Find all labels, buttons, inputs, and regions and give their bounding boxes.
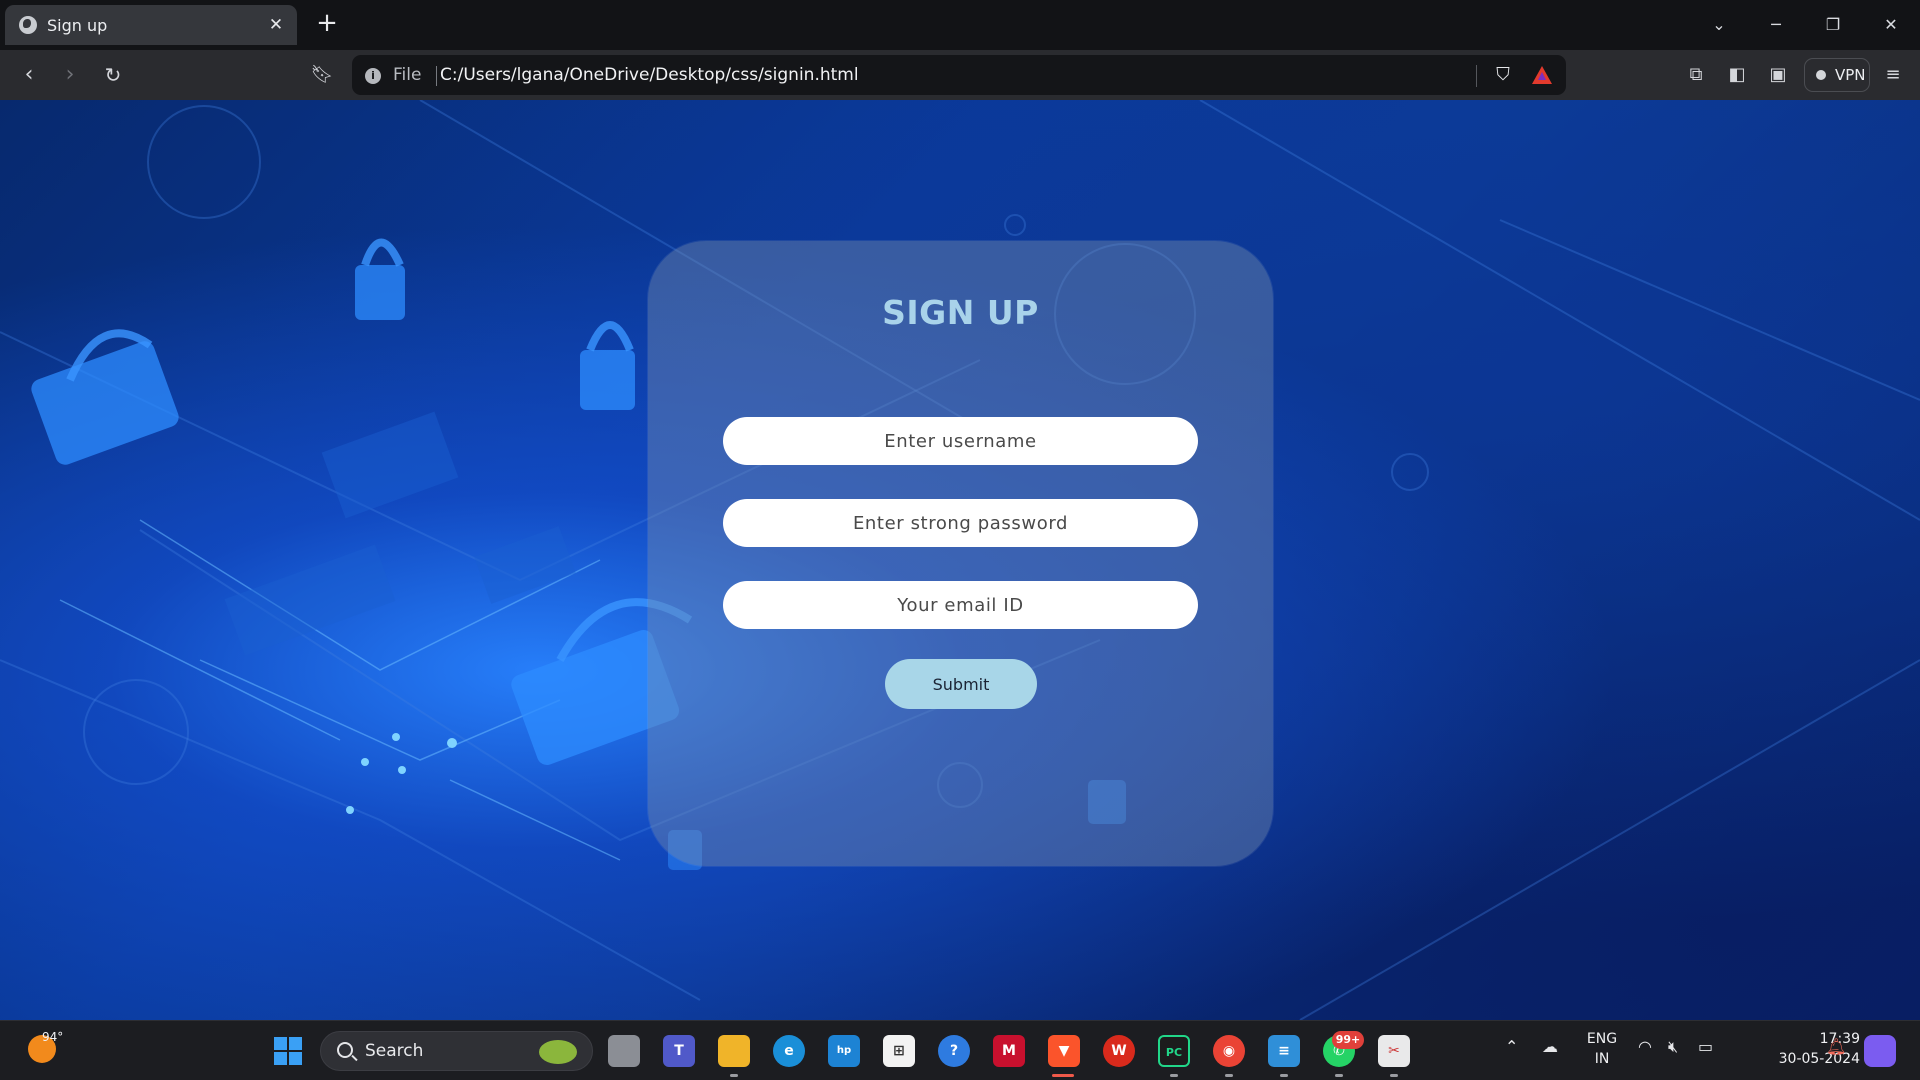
wps-office-icon[interactable]: W <box>1103 1035 1135 1067</box>
address-divider-right <box>1476 65 1477 87</box>
snipping-tool-icon[interactable]: ✂ <box>1378 1035 1410 1067</box>
chrome-icon[interactable]: ◉ <box>1213 1035 1245 1067</box>
back-icon[interactable]: ‹ <box>14 60 44 90</box>
running-indicator <box>1335 1074 1343 1077</box>
myhp-icon[interactable]: hp <box>828 1035 860 1067</box>
bookmark-icon[interactable]: 🔖︎ <box>307 60 337 90</box>
running-indicator <box>1390 1074 1398 1077</box>
globe-icon <box>19 16 37 34</box>
taskbar-search-box[interactable]: Search <box>320 1031 593 1071</box>
onedrive-sync-error-icon[interactable]: ☁ <box>1542 1037 1558 1056</box>
search-highlight-icon <box>539 1040 577 1064</box>
minimize-icon[interactable]: ─ <box>1761 10 1791 40</box>
tab-list-chevron-icon[interactable]: ⌄ <box>1704 10 1734 40</box>
volume-muted-icon[interactable]: 🔇︎ <box>1668 1037 1678 1057</box>
microsoft-store-icon[interactable]: ⊞ <box>883 1035 915 1067</box>
signup-card: SIGN UP Submit <box>648 241 1273 866</box>
running-indicator <box>730 1074 738 1077</box>
task-view-icon[interactable] <box>608 1035 640 1067</box>
reload-icon[interactable]: ↻ <box>98 60 128 90</box>
weather-temperature: 94° <box>42 1030 64 1044</box>
extensions-icon[interactable]: ⧉ <box>1683 62 1709 88</box>
tab-close-icon[interactable]: ✕ <box>265 14 287 36</box>
file-explorer-icon[interactable] <box>718 1035 750 1067</box>
submit-button[interactable]: Submit <box>885 659 1037 709</box>
search-icon <box>337 1042 353 1058</box>
brave-rewards-icon[interactable] <box>1532 66 1552 84</box>
running-indicator <box>1280 1074 1288 1077</box>
teams-icon[interactable]: T <box>663 1035 695 1067</box>
show-hidden-icons-chevron-icon[interactable]: ⌃ <box>1505 1037 1518 1056</box>
address-bar[interactable]: i File C:/Users/lgana/OneDrive/Desktop/c… <box>352 55 1566 95</box>
email-input[interactable] <box>723 581 1198 629</box>
notification-bell-icon[interactable]: 🔔︎ <box>1826 1037 1846 1056</box>
get-help-icon[interactable]: ? <box>938 1035 970 1067</box>
wallet-icon[interactable]: ▣ <box>1765 62 1791 88</box>
brave-shields-icon[interactable]: ⛉ <box>1492 63 1514 87</box>
page-background: SIGN UP Submit <box>0 100 1920 1020</box>
notepad-icon[interactable]: ≡ <box>1268 1035 1300 1067</box>
running-indicator <box>1170 1074 1178 1077</box>
mcafee-icon[interactable]: M <box>993 1035 1025 1067</box>
address-url[interactable]: C:/Users/lgana/OneDrive/Desktop/css/sign… <box>440 65 859 85</box>
window-close-icon[interactable]: ✕ <box>1876 10 1906 40</box>
brave-browser-icon[interactable]: ▼ <box>1048 1035 1080 1067</box>
battery-icon[interactable]: ▭ <box>1698 1037 1713 1056</box>
browser-toolbar: ‹ › ↻ 🔖︎ i File C:/Users/lgana/OneDrive/… <box>0 50 1920 100</box>
site-info-icon[interactable]: i <box>365 68 381 84</box>
forward-icon[interactable]: › <box>55 60 85 90</box>
password-input[interactable] <box>723 499 1198 547</box>
new-tab-button[interactable]: + <box>312 8 342 38</box>
active-app-indicator <box>1052 1074 1074 1077</box>
windows-start-icon[interactable] <box>272 1035 304 1067</box>
address-divider <box>436 66 437 86</box>
language-indicator-line1[interactable]: ENG <box>1582 1031 1622 1047</box>
taskbar-search-label: Search <box>365 1041 424 1061</box>
address-scheme: File <box>393 65 422 85</box>
browser-tab-bar: Sign up ✕ + ⌄ ─ ❐ ✕ <box>0 0 1920 50</box>
whatsapp-unread-badge: 99+ <box>1332 1031 1364 1049</box>
vpn-button[interactable]: VPN <box>1804 58 1870 92</box>
pycharm-icon[interactable]: PC <box>1158 1035 1190 1067</box>
restore-icon[interactable]: ❐ <box>1818 10 1848 40</box>
sidebar-icon[interactable]: ◧ <box>1724 62 1750 88</box>
username-input[interactable] <box>723 417 1198 465</box>
menu-icon[interactable]: ≡ <box>1880 62 1906 88</box>
wifi-icon[interactable]: ◠ <box>1638 1037 1652 1056</box>
running-indicator <box>1225 1074 1233 1077</box>
copilot-icon[interactable] <box>1864 1035 1896 1067</box>
signup-heading: SIGN UP <box>882 293 1039 332</box>
tab-sign-up[interactable]: Sign up ✕ <box>5 5 297 45</box>
edge-icon[interactable]: e <box>773 1035 805 1067</box>
windows-taskbar: 94° Search T e hp ⊞ ? M ▼ W PC ◉ ≡ ✆ 99+… <box>0 1020 1920 1080</box>
language-indicator-line2[interactable]: IN <box>1582 1051 1622 1067</box>
tab-title: Sign up <box>47 15 108 35</box>
